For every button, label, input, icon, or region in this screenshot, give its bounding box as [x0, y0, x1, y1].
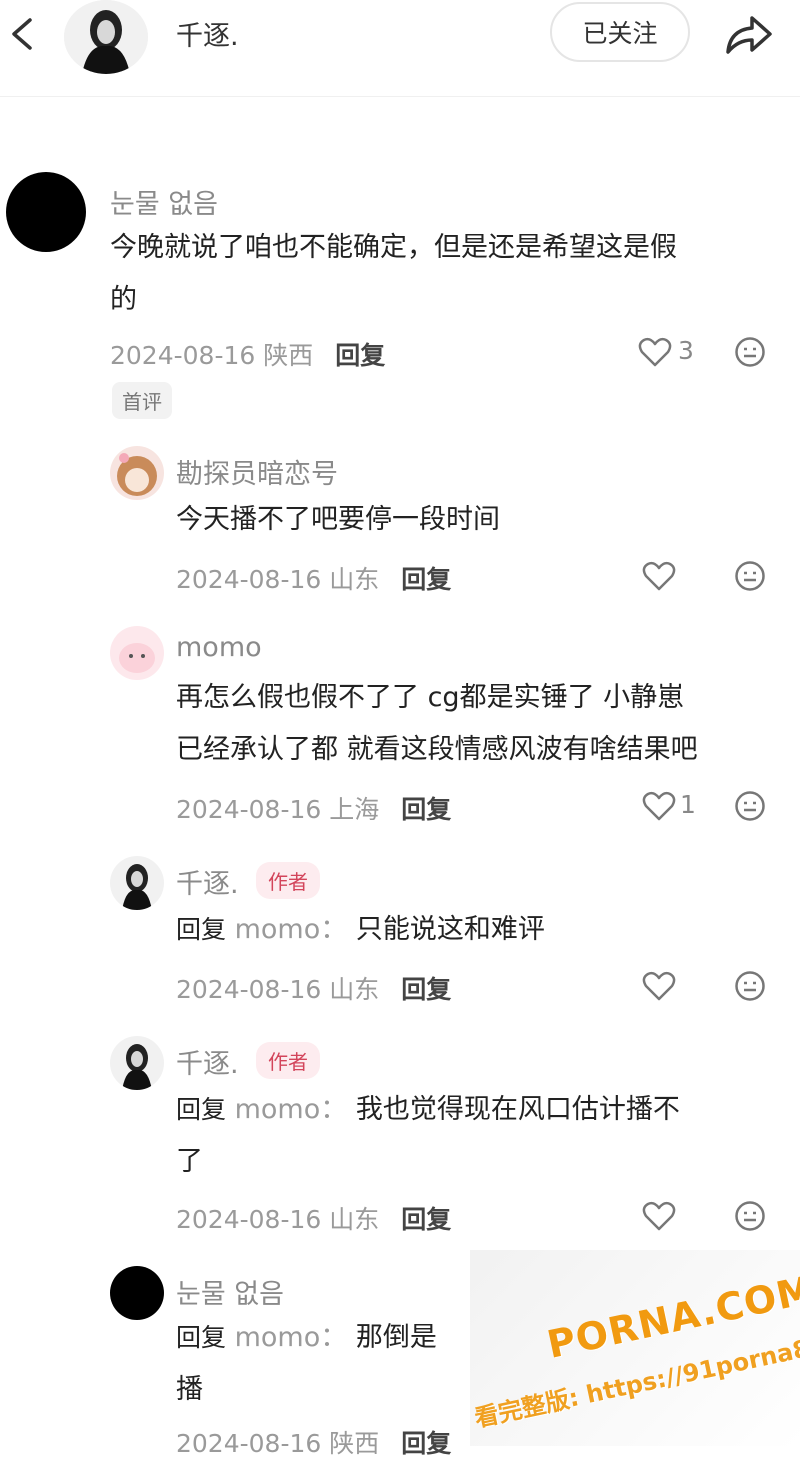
reply-prefix: 回复	[176, 1095, 227, 1124]
author-badge: 作者	[256, 1042, 320, 1079]
comment-location: 陕西	[263, 341, 314, 370]
username[interactable]: momo	[176, 632, 262, 663]
reply-button[interactable]: 回复	[401, 975, 451, 1004]
avatar[interactable]	[6, 172, 86, 252]
comment-location: 陕西	[329, 1429, 380, 1458]
comment-meta: 2024-08-16 上海 回复	[176, 790, 451, 826]
author-avatar[interactable]	[64, 0, 148, 74]
author-badge: 作者	[256, 862, 320, 899]
comment-meta: 2024-08-16 陕西 回复	[176, 1424, 451, 1460]
reply-target[interactable]: momo：	[235, 1094, 348, 1125]
heart-icon[interactable]	[638, 336, 672, 368]
avatar[interactable]	[110, 1036, 164, 1090]
username[interactable]: 눈물 없음	[176, 1272, 284, 1311]
reply-prefix: 回复	[176, 1323, 227, 1352]
comment-text: 再怎么假也假不了了 cg都是实锤了 小静崽 已经承认了都 就看这段情感风波有啥结…	[176, 682, 698, 765]
avatar[interactable]	[110, 626, 164, 680]
comment-date: 2024-08-16	[176, 975, 322, 1004]
username[interactable]: 눈물 없음	[110, 182, 218, 221]
comment-text: 回复 momo： 只能说这和难评	[176, 914, 545, 945]
top-bar: 千逐. 已关注	[0, 0, 800, 97]
reply-prefix: 回复	[176, 915, 227, 944]
heart-icon[interactable]	[642, 790, 676, 822]
comment-date: 2024-08-16	[176, 1205, 322, 1234]
comment-location: 山东	[329, 1205, 380, 1234]
emoji-icon[interactable]	[734, 560, 766, 592]
reply-button[interactable]: 回复	[401, 1205, 451, 1234]
page-title: 千逐.	[176, 21, 239, 52]
reply-target[interactable]: momo：	[235, 914, 348, 945]
follow-button[interactable]: 已关注	[550, 2, 690, 62]
emoji-icon[interactable]	[734, 1200, 766, 1232]
heart-icon[interactable]	[642, 970, 676, 1002]
comment-text: 今天播不了吧要停一段时间	[176, 504, 500, 535]
username[interactable]: 千逐.	[176, 1042, 239, 1081]
reply-button[interactable]: 回复	[401, 1429, 451, 1458]
comment-text: 今晚就说了咱也不能确定，但是还是希望这是假 的	[110, 232, 677, 315]
comment-date: 2024-08-16	[176, 565, 322, 594]
comment-date: 2024-08-16	[176, 795, 322, 824]
first-comment-badge: 首评	[112, 382, 172, 419]
emoji-icon[interactable]	[734, 336, 766, 368]
comment-meta: 2024-08-16 山东 回复	[176, 560, 451, 596]
comment-date: 2024-08-16	[110, 341, 256, 370]
reply-button[interactable]: 回复	[401, 795, 451, 824]
comment-location: 山东	[329, 565, 380, 594]
back-arrow-icon[interactable]	[4, 10, 40, 58]
avatar[interactable]	[110, 856, 164, 910]
comment-location: 山东	[329, 975, 380, 1004]
heart-icon[interactable]	[642, 560, 676, 592]
reply-target[interactable]: momo：	[235, 1322, 348, 1353]
heart-icon[interactable]	[642, 1200, 676, 1232]
share-icon[interactable]	[718, 8, 778, 60]
like-count: 1	[680, 790, 696, 819]
comment-meta: 2024-08-16 山东 回复	[176, 970, 451, 1006]
comment-meta: 2024-08-16 山东 回复	[176, 1200, 451, 1236]
username[interactable]: 勘探员暗恋号	[176, 452, 338, 491]
username[interactable]: 千逐.	[176, 862, 239, 901]
comment-text: 回复 momo： 我也觉得现在风口估计播不 了	[176, 1094, 680, 1177]
comment-date: 2024-08-16	[176, 1429, 322, 1458]
like-count: 3	[678, 336, 694, 365]
comment-meta: 2024-08-16 陕西 回复	[110, 336, 385, 372]
comment-location: 上海	[329, 795, 380, 824]
reply-button[interactable]: 回复	[401, 565, 451, 594]
avatar[interactable]	[110, 446, 164, 500]
reply-button[interactable]: 回复	[335, 341, 385, 370]
emoji-icon[interactable]	[734, 790, 766, 822]
avatar[interactable]	[110, 1266, 164, 1320]
emoji-icon[interactable]	[734, 970, 766, 1002]
